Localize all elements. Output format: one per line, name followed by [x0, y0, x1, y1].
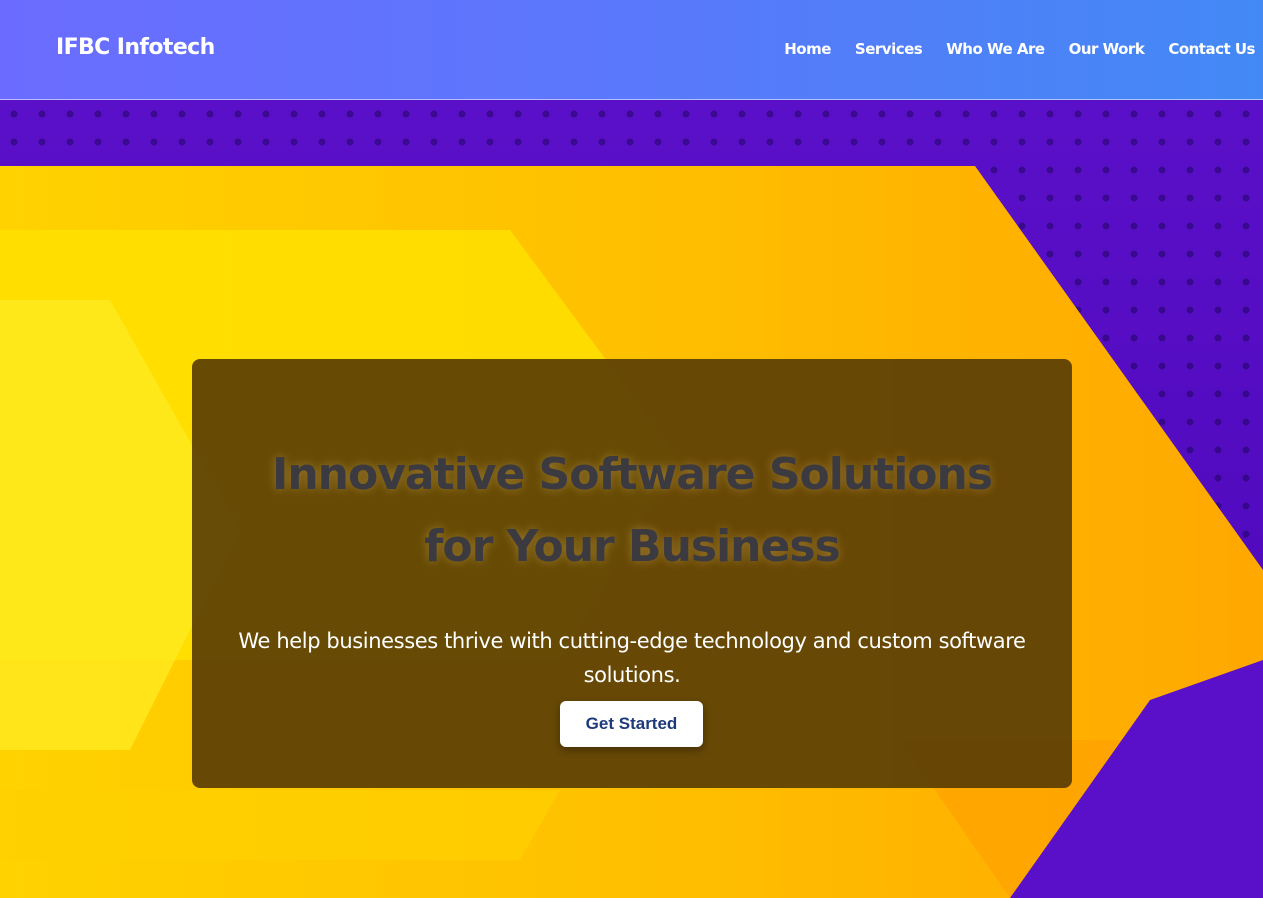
site-header: IFBC Infotech Home Services Who We Are O…	[0, 0, 1263, 100]
site-logo[interactable]: IFBC Infotech	[56, 35, 215, 60]
nav-link-contact-us[interactable]: Contact Us	[1168, 40, 1255, 58]
hero-card: Innovative Software Solutions for Your B…	[192, 359, 1072, 788]
get-started-button[interactable]: Get Started	[560, 701, 703, 747]
hero-headline-line-1: Innovative Software Solutions	[271, 449, 993, 500]
hero-headline-line-2: for Your Business	[424, 521, 840, 572]
hero-headline: Innovative Software Solutions for Your B…	[192, 439, 1072, 583]
nav-link-services[interactable]: Services	[855, 40, 923, 58]
main-nav: Home Services Who We Are Our Work Contac…	[784, 40, 1255, 58]
nav-link-home[interactable]: Home	[784, 40, 831, 58]
nav-link-our-work[interactable]: Our Work	[1069, 40, 1145, 58]
hero-subtitle: We help businesses thrive with cutting-e…	[238, 629, 1026, 687]
hero-section: Innovative Software Solutions for Your B…	[0, 100, 1263, 898]
nav-link-who-we-are[interactable]: Who We Are	[946, 40, 1045, 58]
